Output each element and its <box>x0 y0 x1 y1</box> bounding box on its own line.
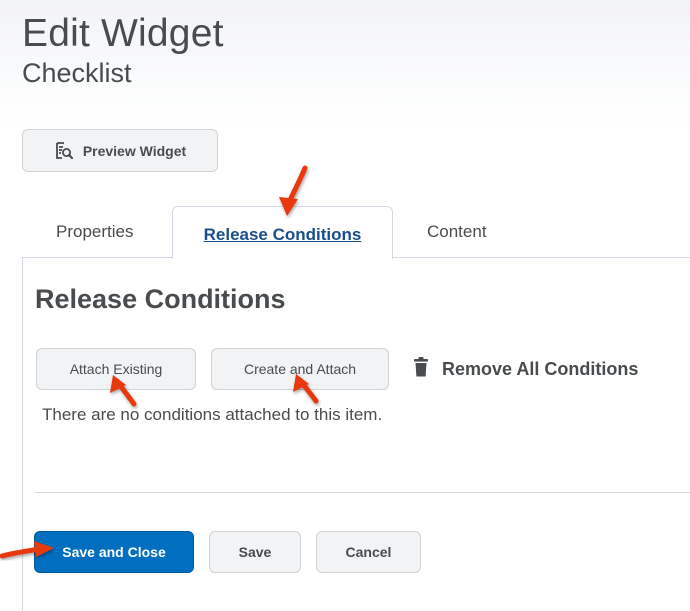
panel-border <box>22 258 23 611</box>
footer-divider <box>35 492 690 493</box>
tab-properties[interactable]: Properties <box>56 222 133 242</box>
cancel-button[interactable]: Cancel <box>316 531 421 573</box>
trash-icon <box>412 356 430 383</box>
preview-magnifier-icon <box>54 141 74 161</box>
tab-content[interactable]: Content <box>427 222 487 242</box>
remove-all-conditions-label: Remove All Conditions <box>442 358 639 379</box>
remove-all-conditions-button[interactable]: Remove All Conditions <box>412 356 639 383</box>
save-and-close-button[interactable]: Save and Close <box>34 531 194 573</box>
section-title: Release Conditions <box>35 284 286 314</box>
tab-release-conditions-label: Release Conditions <box>203 225 362 244</box>
tab-release-conditions[interactable]: Release Conditions <box>172 206 393 259</box>
attach-existing-button[interactable]: Attach Existing <box>36 348 196 390</box>
create-and-attach-button[interactable]: Create and Attach <box>211 348 389 390</box>
page-title: Edit Widget <box>22 12 224 55</box>
empty-conditions-message: There are no conditions attached to this… <box>42 405 383 424</box>
preview-widget-label: Preview Widget <box>82 142 187 159</box>
save-button[interactable]: Save <box>209 531 301 573</box>
page-subtitle: Checklist <box>22 58 132 88</box>
preview-widget-button[interactable]: Preview Widget <box>22 129 218 172</box>
